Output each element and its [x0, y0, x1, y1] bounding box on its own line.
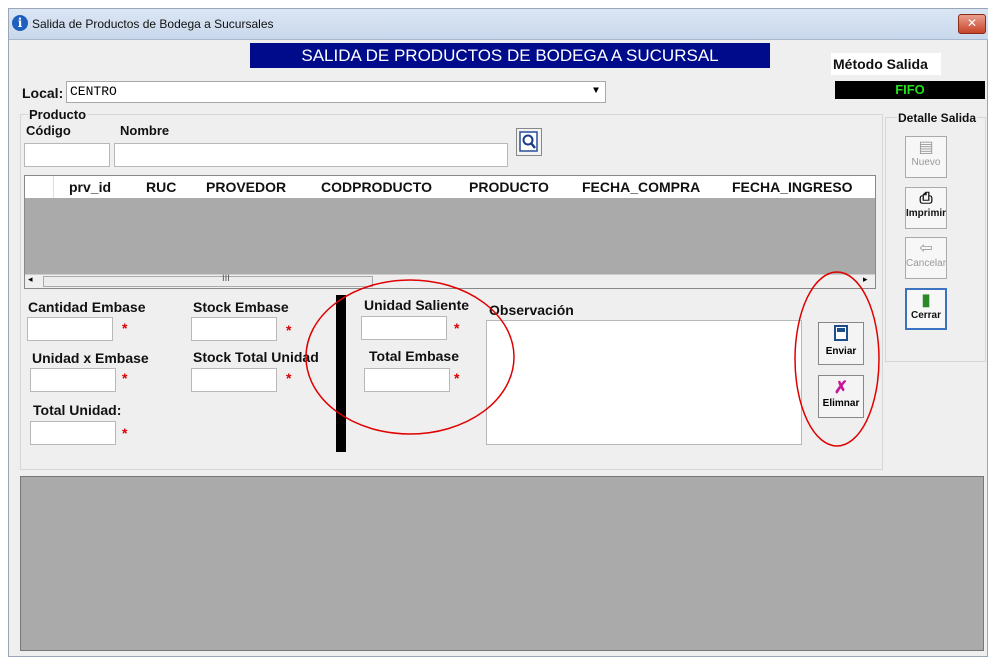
annotation-overlay [305, 271, 880, 447]
annotation-ellipse [305, 279, 515, 435]
annotation-ellipse [794, 271, 880, 447]
